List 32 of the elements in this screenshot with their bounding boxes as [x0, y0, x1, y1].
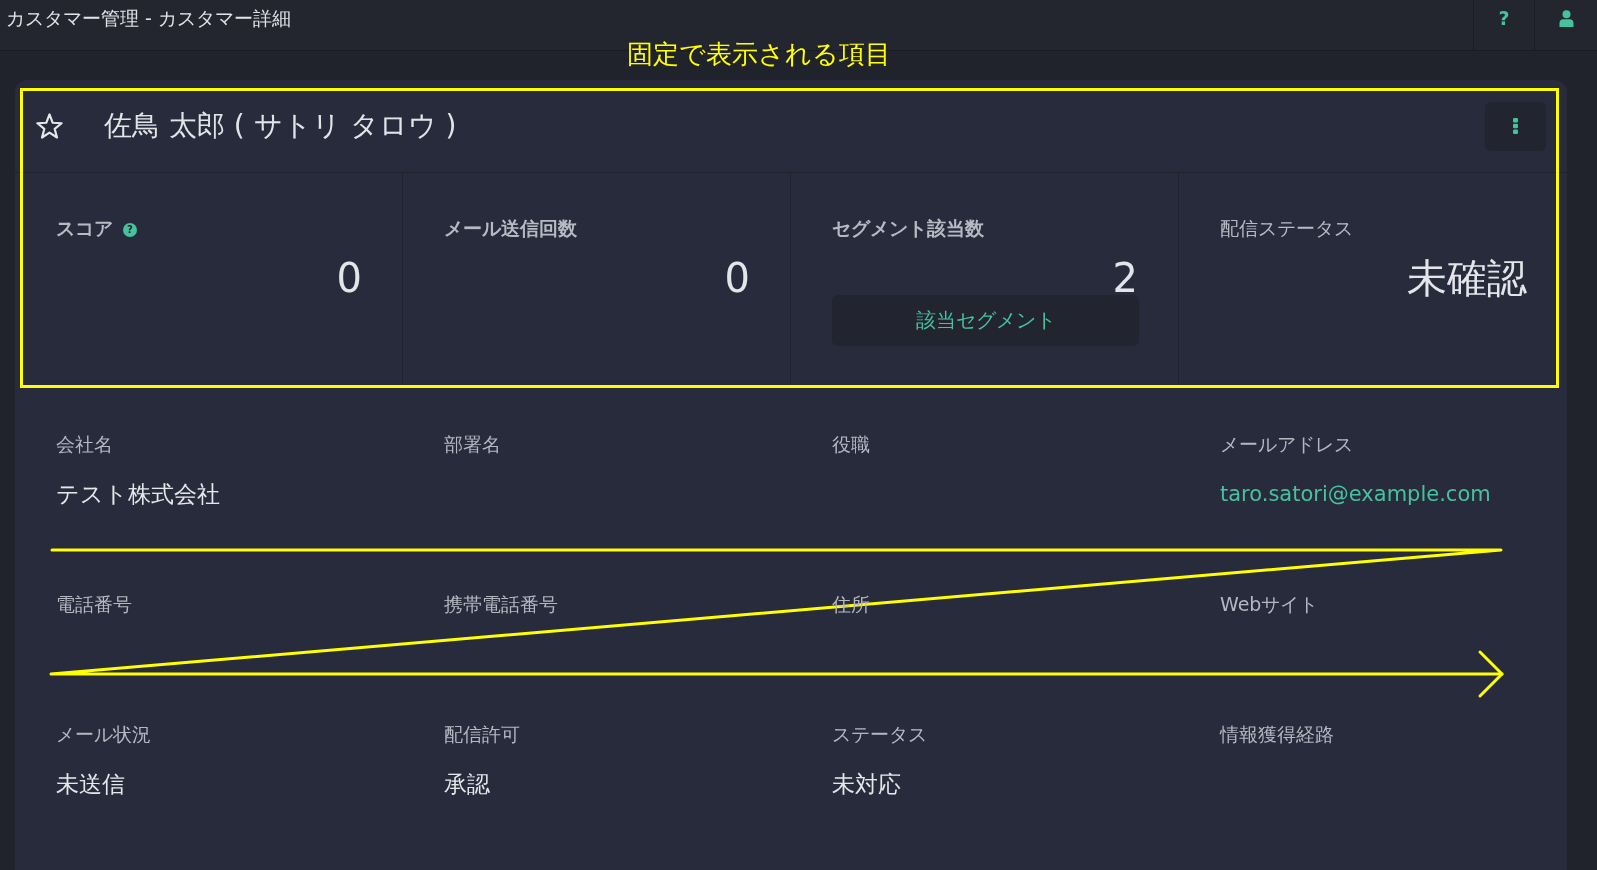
stat-label: メール送信回数	[444, 217, 577, 239]
field-label: 役職	[832, 433, 870, 455]
help-icon[interactable]: ?	[123, 223, 137, 237]
field-label: 電話番号	[56, 593, 132, 615]
field-value: 未対応	[832, 770, 901, 799]
field-label: メール状況	[56, 723, 151, 745]
field-label: 配信許可	[444, 723, 520, 745]
annotation-caption: 固定で表示される項目	[627, 39, 891, 69]
stat-label: セグメント該当数	[832, 217, 984, 239]
segment-button[interactable]: 該当セグメント	[832, 295, 1139, 346]
field-label: 会社名	[56, 433, 113, 455]
field-value: テスト株式会社	[56, 480, 220, 509]
field-value: 未送信	[56, 770, 125, 799]
field-value: 承認	[444, 770, 490, 799]
stat-label: 配信ステータス	[1220, 217, 1353, 239]
email-link[interactable]: taro.satori@example.com	[1220, 479, 1491, 509]
stat-value: 2	[1112, 261, 1138, 295]
field-label: ステータス	[832, 723, 927, 745]
field-label: 携帯電話番号	[444, 593, 558, 615]
stat-value: 0	[336, 261, 362, 295]
star-icon[interactable]	[36, 113, 63, 139]
field-label: 情報獲得経路	[1220, 723, 1334, 745]
customer-name: 佐鳥 太郎 ( サトリ タロウ )	[104, 108, 457, 144]
field-label: Webサイト	[1220, 593, 1319, 615]
stat-value: 0	[724, 261, 750, 295]
user-icon	[1558, 9, 1574, 27]
field-label: メールアドレス	[1220, 433, 1353, 455]
help-button[interactable]: ?	[1473, 0, 1534, 50]
stat-label: スコア	[56, 217, 113, 239]
page-title: カスタマー管理 - カスタマー詳細	[5, 6, 291, 31]
more-button[interactable]	[1485, 101, 1546, 151]
kebab-menu-icon	[1513, 118, 1518, 134]
